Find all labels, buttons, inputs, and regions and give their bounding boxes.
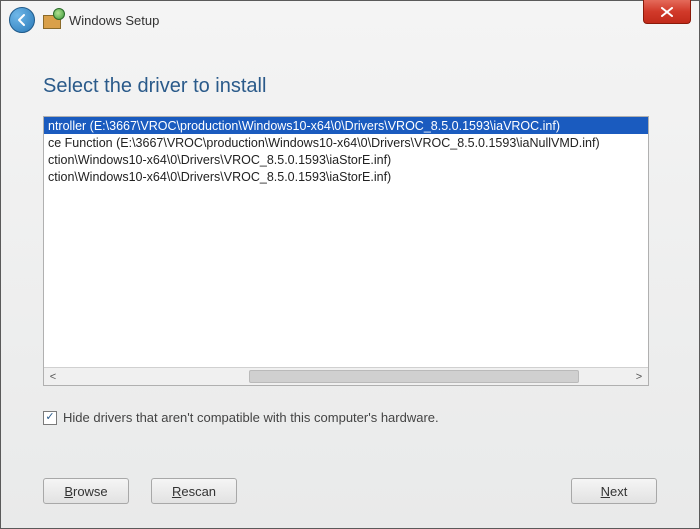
titlebar: Windows Setup [1,1,699,39]
back-arrow-icon [15,13,29,27]
browse-button[interactable]: Browse [43,478,129,504]
scroll-track[interactable] [62,368,630,385]
driver-row[interactable]: ntroller (E:\3667\VROC\production\Window… [44,117,648,134]
driver-list-body: ntroller (E:\3667\VROC\production\Window… [44,117,648,367]
close-button[interactable] [643,0,691,24]
horizontal-scrollbar[interactable]: < > [44,367,648,385]
driver-list[interactable]: ntroller (E:\3667\VROC\production\Window… [43,116,649,386]
window-title: Windows Setup [69,13,159,28]
setup-app-icon [43,11,63,29]
scroll-right-button[interactable]: > [630,368,648,385]
scroll-left-button[interactable]: < [44,368,62,385]
hide-incompatible-checkbox[interactable]: ✓ [43,411,57,425]
hide-incompatible-row: ✓ Hide drivers that aren't compatible wi… [43,410,657,425]
driver-row[interactable]: ction\Windows10-x64\0\Drivers\VROC_8.5.0… [44,168,648,185]
check-icon: ✓ [45,412,54,423]
content-area: Select the driver to install ntroller (E… [1,39,699,425]
next-button[interactable]: Next [571,478,657,504]
hide-incompatible-label: Hide drivers that aren't compatible with… [63,410,439,425]
scroll-thumb[interactable] [249,370,578,383]
driver-row[interactable]: ction\Windows10-x64\0\Drivers\VROC_8.5.0… [44,151,648,168]
back-button[interactable] [9,7,35,33]
page-heading: Select the driver to install [43,75,657,98]
close-icon [661,7,673,17]
button-row: Browse Rescan Next [43,478,657,504]
driver-row[interactable]: ce Function (E:\3667\VROC\production\Win… [44,134,648,151]
setup-window: Windows Setup Select the driver to insta… [0,0,700,529]
rescan-button[interactable]: Rescan [151,478,237,504]
